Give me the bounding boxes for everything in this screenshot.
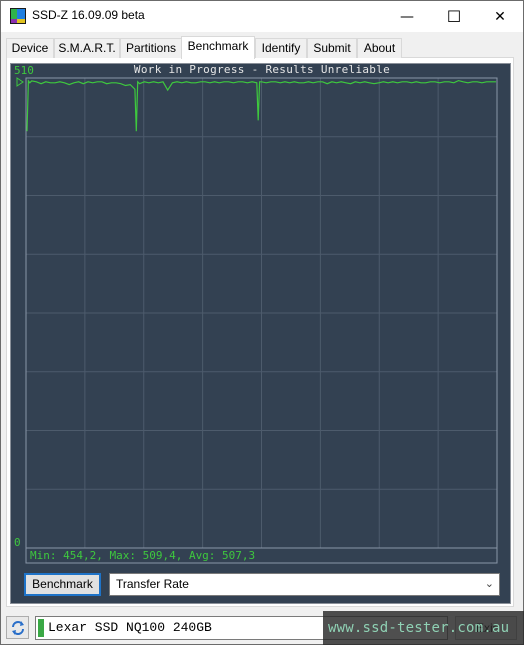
y-axis-marker-icon: [16, 77, 24, 87]
watermark-overlay: www.ssd-tester.com.au: [323, 611, 524, 645]
watermark-text: www.ssd-tester.com.au: [328, 620, 510, 636]
drive-status-indicator: [38, 619, 44, 637]
drive-name: Lexar SSD NQ100 240GB: [48, 620, 212, 635]
y-axis-min-label: 0: [14, 536, 21, 549]
tab-benchmark[interactable]: Benchmark: [181, 36, 255, 59]
benchmark-stats: Min: 454,2, Max: 509,4, Avg: 507,3: [30, 549, 256, 562]
y-axis-max-label: 510: [14, 64, 34, 77]
chart-title: Work in Progress - Results Unreliable: [133, 63, 391, 76]
benchmark-mode-value: Transfer Rate: [116, 577, 189, 591]
refresh-button[interactable]: [6, 616, 29, 639]
refresh-icon: [11, 620, 24, 635]
chart-grid: [26, 78, 497, 548]
benchmark-mode-select[interactable]: Transfer Rate ⌄: [109, 573, 500, 596]
chevron-down-icon[interactable]: ⌄: [485, 574, 494, 595]
benchmark-button[interactable]: Benchmark: [24, 573, 101, 596]
